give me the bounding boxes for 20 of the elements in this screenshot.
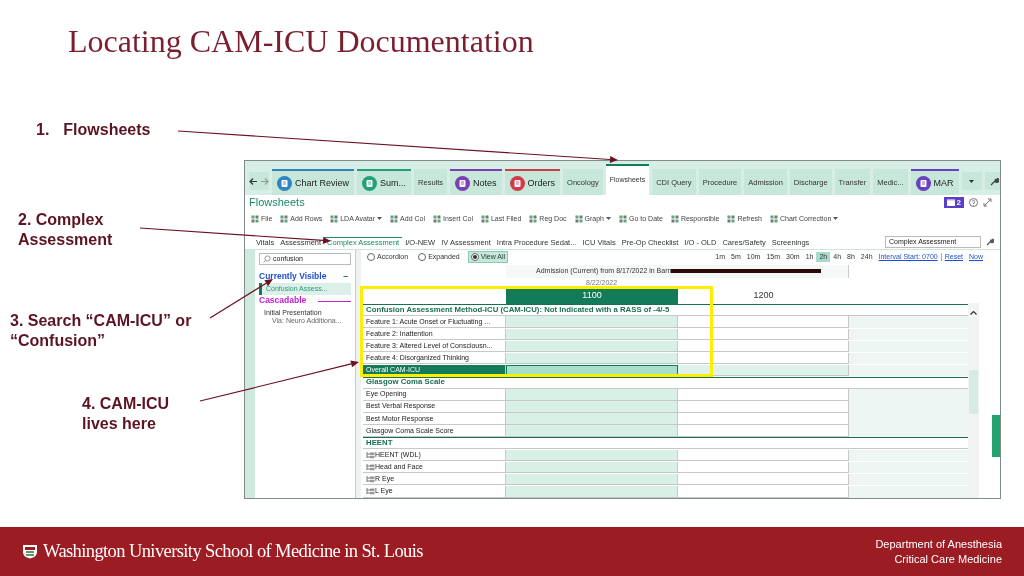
callout-text: Flowsheets [63, 120, 151, 140]
nav-tab[interactable]: Sum... [357, 169, 412, 195]
callout-text: 2. Complex Assessment [18, 210, 114, 250]
nav-tab[interactable]: MAR [910, 169, 959, 195]
column-header: 1200 [752, 289, 775, 303]
department-text: Department of Anesthesia [875, 537, 1002, 552]
notification-badge[interactable]: 2 [943, 196, 964, 208]
department-text: Critical Care Medicine [893, 551, 1002, 566]
slide-title: Locating CAM-ICU Documentation [68, 22, 534, 61]
nav-tab[interactable]: Orders [504, 169, 561, 195]
collapse-button[interactable]: – [340, 271, 351, 282]
nav-tab[interactable]: Chart Review [272, 169, 355, 195]
page-title: Flowsheets [249, 196, 305, 209]
callout-number: 1. [36, 120, 50, 140]
section-heading: Currently Visible [259, 271, 327, 282]
footer-logo-text: Washington University School of Medicine in St. Louis [43, 539, 423, 563]
callout-text: 4. CAM-ICU lives here [82, 394, 171, 434]
callout-text: 3. Search “CAM-ICU” or “Confusion” [10, 311, 193, 351]
section-heading: Cascadable [259, 296, 307, 307]
nav-tab[interactable]: Notes [450, 169, 502, 195]
